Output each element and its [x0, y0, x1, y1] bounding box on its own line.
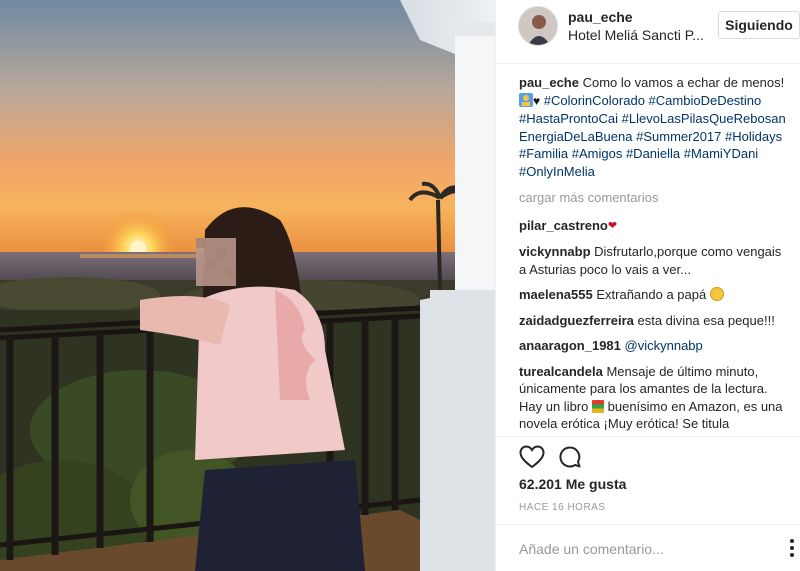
heart-icon[interactable]: [519, 445, 545, 469]
hashtag-link[interactable]: #Familia: [519, 146, 568, 161]
post-photo[interactable]: [0, 0, 495, 571]
books-emoji-icon: [592, 399, 604, 413]
comment-username[interactable]: pilar_castreno: [519, 218, 608, 233]
post-header: pau_eche Hotel Meliá Sancti P... Siguien…: [496, 0, 800, 64]
comment-item: pilar_castreno❤: [519, 217, 789, 236]
add-comment-bar: [496, 524, 800, 571]
comment-item: zaidadguezferreira esta divina esa peque…: [519, 312, 789, 330]
hashtag-link[interactable]: #Holidays: [725, 129, 782, 144]
avatar[interactable]: [518, 6, 558, 46]
comment-username[interactable]: vickynnabp: [519, 244, 591, 259]
comment-text: esta divina esa peque!!!: [637, 312, 775, 328]
heart-emoji-icon: ❤: [607, 219, 618, 232]
hashtag-link[interactable]: #ColorinColorado: [544, 93, 645, 108]
hashtag-link[interactable]: #Amigos: [572, 146, 623, 161]
hashtag-link[interactable]: #MamiYDani: [684, 146, 758, 161]
comment-username[interactable]: anaaragon_1981: [519, 338, 621, 353]
post-author-username[interactable]: pau_eche: [568, 9, 633, 25]
comments-list[interactable]: pau_eche Como lo vamos a echar de menos!…: [519, 74, 789, 435]
hashtag-link[interactable]: #Daniella: [626, 146, 680, 161]
more-options-icon[interactable]: [783, 537, 800, 559]
person-emoji-icon: [519, 92, 533, 107]
hashtag-link[interactable]: #HastaProntoCai: [519, 111, 618, 126]
caption-username[interactable]: pau_eche: [519, 75, 579, 90]
comment-text: Extrañando a papá: [596, 287, 707, 302]
comment-item: maelena555 Extrañando a papá: [519, 286, 789, 304]
post-side-panel: pau_eche Hotel Meliá Sancti P... Siguien…: [495, 0, 800, 571]
black-heart-emoji-icon: ♥: [533, 93, 541, 108]
post-actions: [496, 436, 800, 476]
load-more-comments-link[interactable]: cargar más comentarios: [519, 189, 789, 207]
comment-input[interactable]: [519, 538, 759, 560]
comment-username[interactable]: zaidadguezferreira: [519, 313, 634, 328]
comment-username[interactable]: turealcandela: [519, 364, 603, 379]
post-caption: pau_eche Como lo vamos a echar de menos!…: [519, 74, 789, 180]
comment-icon[interactable]: [558, 445, 582, 469]
post-location[interactable]: Hotel Meliá Sancti P...: [568, 27, 704, 43]
comment-item: anaaragon_1981 @vickynnabp: [519, 337, 789, 355]
following-button[interactable]: Siguiendo: [718, 11, 800, 39]
comment-username[interactable]: maelena555: [519, 287, 593, 302]
avatar-image: [519, 7, 557, 45]
comment-item: turealcandela Mensaje de último minuto, …: [519, 363, 789, 433]
likes-count[interactable]: 62.201 Me gusta: [519, 476, 626, 492]
sunset-balcony-image: [0, 0, 495, 571]
hashtag-link[interactable]: #CambioDeDestino: [649, 93, 762, 108]
smile-emoji-icon: [709, 287, 724, 301]
hashtag-link[interactable]: #Summer2017: [636, 129, 721, 144]
mention-link[interactable]: @vickynnabp: [625, 338, 703, 353]
caption-text: Como lo vamos a echar de menos!: [582, 75, 785, 90]
hashtag-link[interactable]: #OnlyInMelia: [519, 164, 595, 179]
post-timestamp[interactable]: HACE 16 HORAS: [519, 502, 606, 513]
comment-item: vickynnabp Disfrutarlo,porque como venga…: [519, 243, 789, 278]
